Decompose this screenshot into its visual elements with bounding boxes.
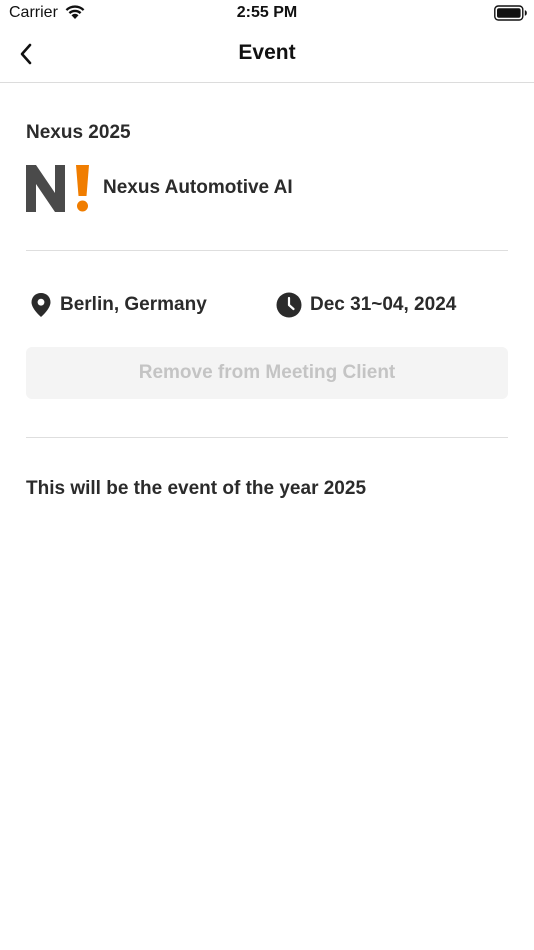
divider xyxy=(26,437,508,438)
page-title: Event xyxy=(238,41,296,64)
date-text: Dec 31~04, 2024 xyxy=(310,294,457,315)
battery-icon xyxy=(494,5,527,21)
company-name: Nexus Automotive AI xyxy=(103,177,293,198)
remove-from-meeting-client-button[interactable]: Remove from Meeting Client xyxy=(26,347,508,399)
location-pin-icon xyxy=(31,293,51,317)
divider xyxy=(26,250,508,251)
clock: 2:55 PM xyxy=(236,4,298,21)
event-location: Berlin, Germany xyxy=(30,292,207,318)
status-bar: Carrier 2:55 PM xyxy=(0,0,534,28)
company-logo xyxy=(26,165,89,212)
event-description: This will be the event of the year 2025 xyxy=(26,478,367,499)
event-date: Dec 31~04, 2024 xyxy=(276,292,456,318)
navigation-bar: Event xyxy=(0,28,534,83)
clock-icon xyxy=(276,292,302,318)
event-name: Nexus 2025 xyxy=(26,122,131,143)
location-text: Berlin, Germany xyxy=(60,294,207,315)
